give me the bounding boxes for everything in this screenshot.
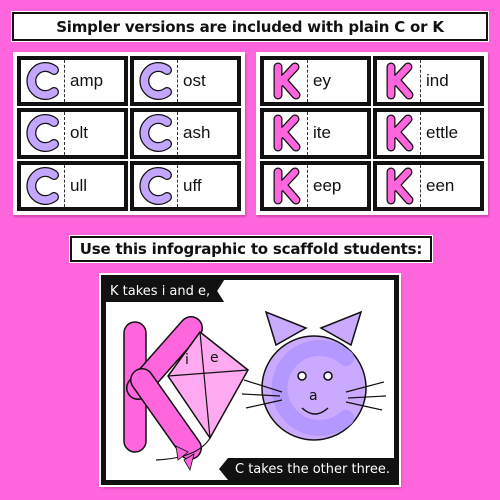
k-rule-text: K takes i and e,: [110, 283, 211, 299]
k-word-ending: eep: [313, 175, 342, 195]
c-word-ending: olt: [70, 123, 88, 143]
k-card: ind: [373, 56, 484, 107]
k-letter-icon: [377, 60, 421, 103]
c-word-ending: amp: [70, 71, 104, 91]
k-word-ending: ind: [426, 71, 449, 91]
cat-letter-a: a: [309, 388, 318, 404]
k-word-ending: ey: [313, 71, 331, 91]
c-letter-icon: [21, 164, 65, 207]
c-word-ending: ost: [183, 71, 206, 91]
c-rule-tag: C takes the other three.: [219, 458, 394, 480]
top-banner: Simpler versions are included with plain…: [12, 12, 488, 41]
k-letter-icon: [264, 60, 308, 103]
k-card: een: [373, 160, 484, 211]
k-word-ending: een: [426, 175, 455, 195]
c-word-ending: uff: [183, 175, 202, 195]
k-rule-tag: K takes i and e,: [106, 280, 224, 302]
k-letter-icon: [264, 164, 308, 207]
k-card: eep: [260, 160, 371, 211]
k-letter-icon: [264, 112, 308, 155]
c-letter-icon: [134, 60, 178, 103]
c-card: ost: [130, 56, 241, 107]
c-word-ending: ull: [70, 175, 88, 195]
c-letter-icon: [21, 60, 65, 103]
cat-icon: a: [241, 310, 387, 441]
c-card: amp: [17, 56, 128, 107]
c-card: uff: [130, 160, 241, 211]
c-card: ull: [17, 160, 128, 211]
c-card: olt: [17, 108, 128, 159]
c-letter-icon: [134, 112, 178, 155]
kite-letter-i: i: [185, 352, 189, 368]
k-letter-icon: [377, 164, 421, 207]
middle-banner-text: Use this infographic to scaffold student…: [79, 240, 423, 258]
infographic-art: i e a: [123, 310, 387, 472]
middle-banner: Use this infographic to scaffold student…: [70, 236, 432, 262]
c-card: ash: [130, 108, 241, 159]
k-cards-panel: ey ind ite ettle eep een: [256, 52, 488, 215]
c-cards-panel: amp ost olt ash ull uff: [13, 52, 245, 215]
k-card: ettle: [373, 108, 484, 159]
k-word-ending: ettle: [426, 123, 459, 143]
top-banner-text: Simpler versions are included with plain…: [56, 17, 444, 36]
k-card: ite: [260, 108, 371, 159]
c-rule-text: C takes the other three.: [235, 461, 390, 477]
k-card: ey: [260, 56, 371, 107]
kite-letter-e: e: [210, 350, 219, 366]
c-word-ending: ash: [183, 123, 211, 143]
k-word-ending: ite: [313, 123, 331, 143]
c-letter-icon: [21, 112, 65, 155]
infographic: i e a K takes i and e, C takes the other…: [101, 275, 399, 485]
c-letter-icon: [134, 164, 178, 207]
k-letter-icon: [377, 112, 421, 155]
